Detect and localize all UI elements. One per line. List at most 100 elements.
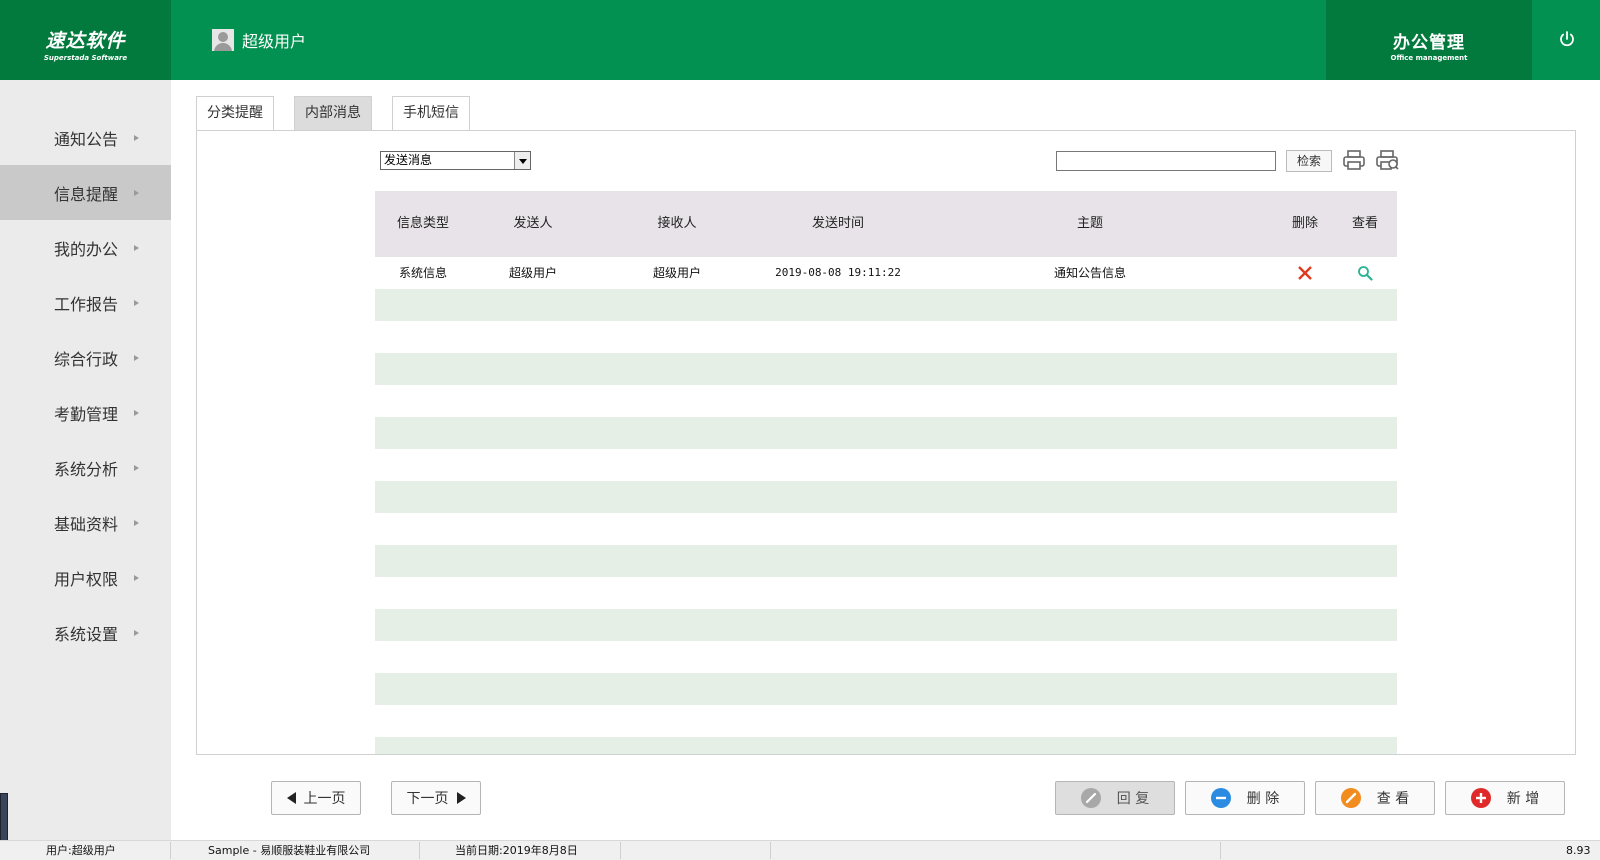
column-header-sender: 发送人: [513, 216, 553, 231]
chevron-right-icon: [134, 134, 139, 141]
reply-button[interactable]: 回 复: [1055, 781, 1175, 815]
sidebar: 通知公告 信息提醒 我的办公 工作报告 综合行政 考勤管理 系统分析 基础资料 …: [0, 80, 171, 840]
next-page-button[interactable]: 下一页: [391, 781, 481, 815]
table-row: [375, 481, 1397, 513]
view-row-button[interactable]: [1335, 257, 1395, 289]
cell-receiver: 超级用户: [652, 266, 701, 280]
chevron-right-icon: [134, 299, 139, 306]
chevron-right-icon: [134, 409, 139, 416]
table-row: [375, 449, 1397, 481]
status-separator: [170, 842, 171, 859]
table-header: 信息类型 发送人 接收人 发送时间 主题 删除 查看: [375, 191, 1397, 257]
sidebar-item-label: 我的办公: [54, 239, 119, 259]
tab-category-reminder[interactable]: 分类提醒: [196, 96, 274, 130]
arrow-left-icon: [286, 792, 296, 804]
sidebar-item-label: 用户权限: [54, 569, 119, 589]
pencil-icon-svg: [1345, 792, 1356, 804]
sidebar-item-label: 信息提醒: [54, 184, 119, 204]
sidebar-item-label: 通知公告: [54, 129, 119, 149]
chevron-down-icon[interactable]: [514, 152, 530, 169]
table-row: [375, 385, 1397, 417]
table-row: [375, 609, 1397, 641]
search-icon: [1358, 266, 1373, 281]
message-type-select[interactable]: 发送消息: [380, 151, 531, 170]
table-row: [375, 705, 1397, 737]
logo-text: 速达软件: [45, 30, 126, 52]
table-row: [375, 289, 1397, 321]
module-title: 办公管理 Office management: [1326, 0, 1532, 80]
sidebar-item-administration[interactable]: 综合行政: [0, 330, 171, 385]
module-title-cn: 办公管理: [1393, 33, 1465, 53]
reply-label: 回 复: [1116, 791, 1150, 807]
print-icon[interactable]: [1341, 148, 1367, 172]
chevron-right-icon: [134, 189, 139, 196]
sidebar-item-my-office[interactable]: 我的办公: [0, 220, 171, 275]
next-page-label: 下一页: [406, 791, 449, 807]
tab-sms[interactable]: 手机短信: [392, 96, 470, 130]
chevron-right-icon: [134, 519, 139, 526]
minus-icon-svg: [1215, 796, 1226, 800]
delete-button[interactable]: 删 除: [1185, 781, 1305, 815]
arrow-right-icon: [456, 792, 466, 804]
status-separator: [770, 842, 771, 859]
power-icon-svg: [1560, 31, 1574, 47]
table-row: [375, 577, 1397, 609]
view-button[interactable]: 查 看: [1315, 781, 1435, 815]
sidebar-item-label: 考勤管理: [54, 404, 119, 424]
status-separator: [419, 842, 420, 859]
module-title-en: Office management: [1390, 54, 1468, 62]
sidebar-item-attendance[interactable]: 考勤管理: [0, 385, 171, 440]
sidebar-item-work-report[interactable]: 工作报告: [0, 275, 171, 330]
cell-type: 系统信息: [398, 266, 447, 280]
sidebar-item-notice[interactable]: 通知公告: [0, 110, 171, 165]
status-separator: [1220, 842, 1221, 859]
status-date: 当前日期:2019年8月8日: [455, 844, 578, 857]
sidebar-item-settings[interactable]: 系统设置: [0, 605, 171, 660]
logo-subtext: Superstada Software: [43, 54, 128, 62]
edit-icon: [1080, 788, 1101, 808]
search-button[interactable]: 检索: [1286, 150, 1332, 172]
close-icon: [1298, 266, 1312, 280]
user-name: 超级用户: [242, 32, 307, 51]
column-header-view: 查看: [1351, 216, 1378, 231]
table-row: [375, 641, 1397, 673]
sidebar-item-analysis[interactable]: 系统分析: [0, 440, 171, 495]
plus-icon-svg: [1475, 793, 1486, 803]
table-row: [375, 353, 1397, 385]
column-header-delete: 删除: [1291, 216, 1318, 231]
delete-label: 删 除: [1246, 791, 1280, 807]
cell-time: 2019-08-08 19:11:22: [775, 266, 901, 279]
plus-icon: [1470, 788, 1491, 808]
print-preview-icon-svg: [1376, 150, 1399, 170]
search-input[interactable]: [1056, 151, 1276, 171]
tab-internal-message[interactable]: 内部消息: [294, 96, 372, 130]
column-header-subject: 主题: [1076, 216, 1103, 231]
column-header-type: 信息类型: [396, 216, 449, 231]
table-row: [375, 321, 1397, 353]
sidebar-item-label: 基础资料: [54, 514, 119, 534]
sidebar-item-label: 系统设置: [54, 624, 119, 644]
table-body: 系统信息 超级用户 超级用户 2019-08-08 19:11:22 通知公告信…: [375, 257, 1397, 754]
delete-row-button[interactable]: [1275, 257, 1335, 289]
table-row: [375, 673, 1397, 705]
power-icon[interactable]: [1557, 29, 1577, 49]
print-icon-svg: [1343, 150, 1365, 170]
sidebar-item-reminder[interactable]: 信息提醒: [0, 165, 171, 220]
top-header: 速达软件 Superstada Software 超级用户 办公管理 Offic…: [0, 0, 1600, 80]
table-row: [375, 545, 1397, 577]
add-button[interactable]: 新 增: [1445, 781, 1565, 815]
sidebar-item-basic-data[interactable]: 基础资料: [0, 495, 171, 550]
cell-subject: 通知公告信息: [1053, 266, 1126, 280]
table-row: [375, 513, 1397, 545]
print-preview-icon[interactable]: [1374, 148, 1400, 172]
minus-icon: [1210, 788, 1231, 808]
sidebar-item-permissions[interactable]: 用户权限: [0, 550, 171, 605]
view-label: 查 看: [1376, 791, 1410, 807]
table-row[interactable]: 系统信息 超级用户 超级用户 2019-08-08 19:11:22 通知公告信…: [375, 257, 1397, 289]
sidebar-item-label: 综合行政: [54, 349, 119, 369]
app-logo: 速达软件 Superstada Software: [0, 0, 171, 80]
status-bar: 用户:超级用户 Sample - 易顺服装鞋业有限公司 当前日期:2019年8月…: [0, 840, 1600, 860]
prev-page-button[interactable]: 上一页: [271, 781, 361, 815]
table-row: [375, 417, 1397, 449]
cell-sender: 超级用户: [508, 266, 557, 280]
